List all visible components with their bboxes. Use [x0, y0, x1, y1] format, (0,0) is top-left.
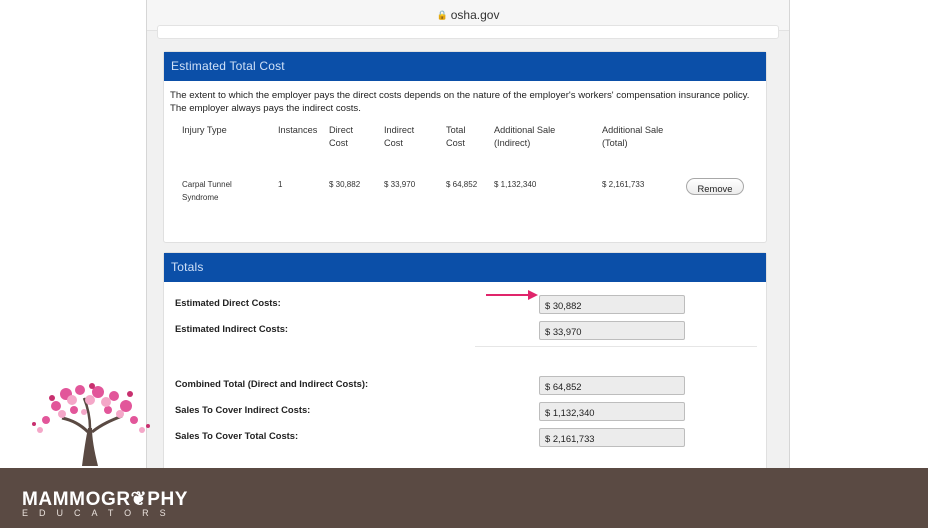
field-sales-cover-total[interactable]: $ 2,161,733 [539, 428, 685, 447]
divider [475, 346, 757, 347]
lock-icon: 🔒 [436, 9, 448, 20]
field-estimated-direct-costs[interactable]: $ 30,882 [539, 295, 685, 314]
brand-subtitle: EDUCATORS [22, 508, 177, 518]
column-header-additional-sale-total: Additional Sale (Total) [602, 125, 664, 148]
cell-instances: 1 [278, 180, 283, 189]
label-sales-cover-indirect: Sales To Cover Indirect Costs: [175, 404, 311, 415]
panel-header: Totals [164, 253, 766, 282]
page-content: Estimated Total Cost The extent to which… [147, 25, 789, 468]
totals-panel: Totals Estimated Direct Costs: $ 30,882 … [163, 252, 767, 468]
cell-direct-cost: $ 30,882 [329, 180, 361, 189]
label-estimated-indirect-costs: Estimated Indirect Costs: [175, 323, 289, 334]
remove-button[interactable]: Remove [686, 178, 744, 195]
column-header-instances: Instances [278, 125, 318, 135]
panel-header: Estimated Total Cost [164, 52, 766, 81]
browser-window: 🔒 osha.gov Estimated Total Cost The exte… [146, 0, 790, 468]
label-sales-cover-total: Sales To Cover Total Costs: [175, 430, 299, 441]
url-text: osha.gov [450, 8, 500, 22]
column-header-injury-type: Injury Type [182, 125, 227, 135]
column-header-direct-cost: Direct Cost [329, 125, 353, 148]
cell-sale-indirect: $ 1,132,340 [494, 180, 537, 189]
estimated-total-cost-panel: Estimated Total Cost The extent to which… [163, 51, 767, 243]
label-estimated-direct-costs: Estimated Direct Costs: [175, 297, 281, 308]
cell-indirect-cost: $ 33,970 [384, 180, 416, 189]
field-combined-total[interactable]: $ 64,852 [539, 376, 685, 395]
cost-description: The extent to which the employer pays th… [170, 90, 750, 114]
cell-injury-type: Carpal Tunnel Syndrome [182, 180, 232, 202]
column-header-additional-sale-indirect: Additional Sale (Indirect) [494, 125, 556, 148]
field-sales-cover-indirect[interactable]: $ 1,132,340 [539, 402, 685, 421]
cell-total-cost: $ 64,852 [446, 180, 478, 189]
arrow-icon [486, 290, 538, 300]
field-estimated-indirect-costs[interactable]: $ 33,970 [539, 321, 685, 340]
column-header-total-cost: Total Cost [446, 125, 466, 148]
column-header-indirect-cost: Indirect Cost [384, 125, 415, 148]
cell-sale-total: $ 2,161,733 [602, 180, 645, 189]
previous-panel-edge [157, 25, 779, 39]
logo-tree-icon [32, 383, 150, 466]
label-combined-total: Combined Total (Direct and Indirect Cost… [175, 378, 369, 389]
